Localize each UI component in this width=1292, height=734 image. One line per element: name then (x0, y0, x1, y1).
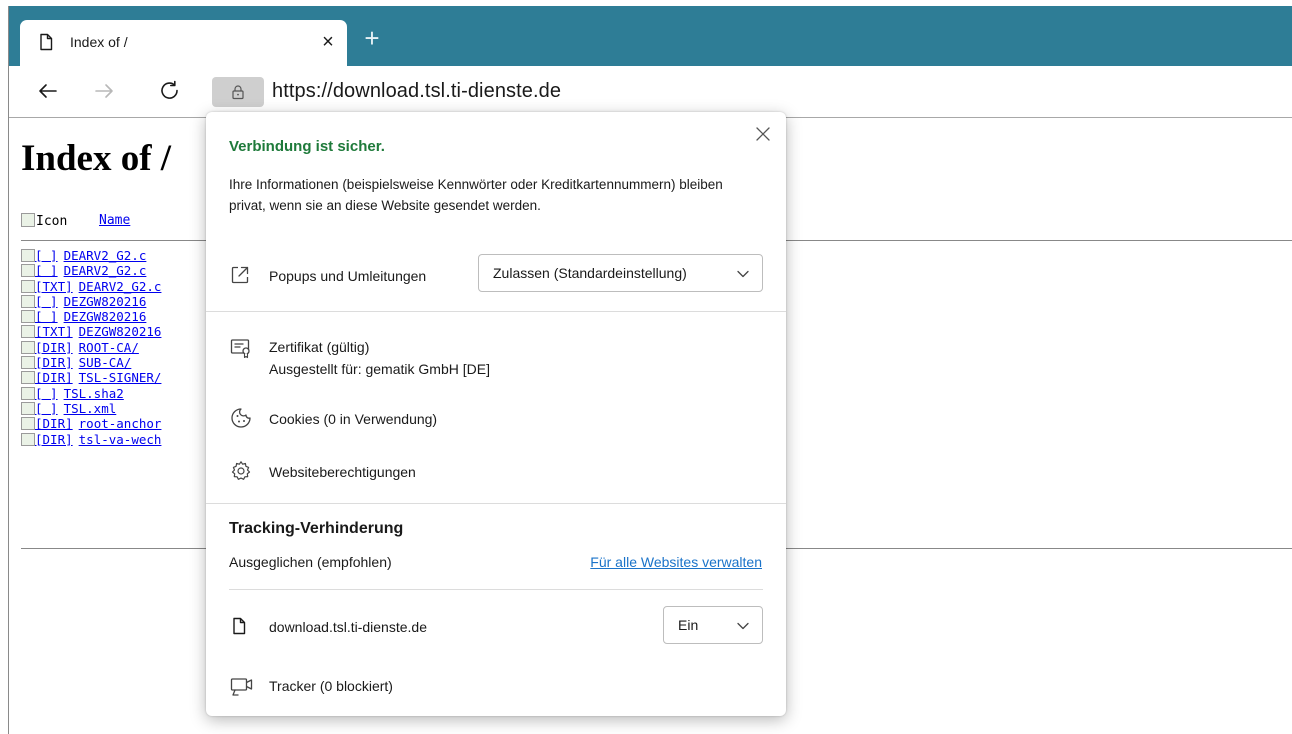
broken-image-icon (21, 371, 35, 385)
list-item: [TXT] DEZGW820216 (21, 324, 161, 339)
broken-image-icon (21, 264, 35, 278)
list-item: [DIR] ROOT-CA/ (21, 340, 161, 355)
popups-select[interactable]: Zulassen (Standardeinstellung) (478, 254, 763, 292)
folder-link[interactable]: TSL-SIGNER/ (79, 370, 162, 385)
certificate-issuer: Ausgestellt für: gematik GmbH [DE] (269, 361, 490, 377)
close-icon[interactable] (751, 122, 775, 146)
site-permissions-label: Websiteberechtigungen (269, 464, 416, 480)
site-tracking-select[interactable]: Ein (663, 606, 763, 644)
folder-link[interactable]: root-anchor (79, 416, 162, 431)
connection-status: Verbindung ist sicher. (229, 138, 385, 155)
list-item: [ ] DEZGW820216 (21, 294, 161, 309)
trackers-label: Tracker (0 blockiert) (269, 678, 393, 694)
popups-permission-row: Popups und Umleitungen Zulassen (Standar… (229, 252, 769, 298)
divider (206, 503, 786, 504)
gear-icon (231, 461, 251, 480)
list-item: [ ] DEARV2_G2.c (21, 263, 161, 278)
file-link[interactable]: TSL.xml (64, 401, 117, 416)
file-link[interactable]: DEZGW820216 (79, 324, 162, 339)
site-info-button[interactable] (212, 77, 264, 107)
divider (206, 311, 786, 312)
list-item: [TXT] DEARV2_G2.c (21, 279, 161, 294)
popups-label: Popups und Umleitungen (269, 268, 427, 284)
broken-image-icon (21, 432, 35, 446)
page-icon (233, 617, 246, 635)
list-item: [ ] TSL.xml (21, 401, 161, 416)
broken-image-icon (21, 249, 35, 262)
file-link[interactable]: TSL.sha2 (64, 386, 124, 401)
tracking-level: Ausgeglichen (empfohlen) (229, 554, 392, 570)
divider (229, 589, 763, 590)
file-link[interactable]: DEARV2_G2.c (64, 248, 147, 263)
file-link[interactable]: DEARV2_G2.c (79, 279, 162, 294)
tab-index[interactable]: Index of / × (20, 20, 347, 68)
column-header-name[interactable]: Name (99, 213, 130, 228)
lock-icon (232, 85, 244, 100)
back-arrow-icon[interactable] (35, 78, 61, 104)
connection-description: Ihre Informationen (beispielsweise Kennw… (229, 177, 723, 213)
broken-image-icon (21, 386, 35, 400)
certificate-status: Zertifikat (gültig) (269, 339, 370, 355)
list-item: [DIR] SUB-CA/ (21, 355, 161, 370)
chevron-down-icon (737, 270, 749, 278)
page-icon (40, 33, 53, 51)
cookie-icon (231, 408, 251, 428)
reload-icon[interactable] (157, 78, 183, 104)
site-tracking-row: download.tsl.ti-dienste.de Ein (229, 606, 769, 650)
list-item: [DIR] TSL-SIGNER/ (21, 370, 161, 385)
toolbar: https://download.tsl.ti-dienste.de (9, 66, 1292, 118)
trackers-item[interactable]: Tracker (0 blockiert) (229, 674, 769, 700)
column-header-icon: Icon (21, 213, 67, 229)
broken-image-icon (21, 417, 35, 431)
list-item: [ ] DEZGW820216 (21, 309, 161, 324)
forward-arrow-icon[interactable] (91, 78, 117, 104)
broken-image-icon (21, 325, 35, 339)
cookies-item[interactable]: Cookies (0 in Verwendung) (229, 406, 769, 430)
tab-title: Index of / (70, 34, 128, 50)
chevron-down-icon (737, 622, 749, 630)
broken-image-icon (21, 340, 35, 354)
list-item: [ ] TSL.sha2 (21, 386, 161, 401)
file-link[interactable]: DEZGW820216 (64, 309, 147, 324)
manage-all-sites-link[interactable]: Für alle Websites verwalten (590, 554, 762, 570)
file-link[interactable]: DEARV2_G2.c (64, 263, 147, 278)
broken-image-icon (21, 356, 35, 370)
site-permissions-item[interactable]: Websiteberechtigungen (229, 459, 769, 483)
new-tab-button[interactable]: + (359, 25, 385, 52)
address-bar[interactable]: https://download.tsl.ti-dienste.de (272, 80, 561, 103)
site-domain: download.tsl.ti-dienste.de (269, 619, 427, 635)
broken-image-icon (21, 401, 35, 415)
list-item: [DIR] tsl-va-wech (21, 432, 161, 447)
page-title: Index of / (21, 138, 172, 179)
broken-image-icon (21, 294, 35, 308)
file-list: [ ] DEARV2_G2.c [ ] DEARV2_G2.c [TXT] DEARV… (21, 248, 161, 447)
cookies-label: Cookies (0 in Verwendung) (269, 411, 438, 427)
certificate-icon (230, 339, 250, 359)
certificate-item[interactable]: Zertifikat (gültig) Ausgestellt für: gem… (229, 334, 769, 380)
folder-link[interactable]: SUB-CA/ (79, 355, 132, 370)
tab-close-button[interactable]: × (316, 30, 340, 54)
site-info-popup: Verbindung ist sicher. Ihre Informatione… (206, 112, 786, 716)
external-link-icon (231, 266, 249, 284)
list-item: [DIR] root-anchor (21, 416, 161, 431)
broken-image-icon (21, 279, 35, 293)
tracking-prevention-title: Tracking-Verhinderung (229, 520, 404, 537)
tab-strip: Index of / × + (9, 6, 1292, 68)
folder-link[interactable]: ROOT-CA/ (79, 340, 139, 355)
folder-link[interactable]: tsl-va-wech (79, 432, 162, 447)
tracker-icon (230, 678, 253, 696)
broken-image-icon (21, 310, 35, 324)
file-link[interactable]: DEZGW820216 (64, 294, 147, 309)
broken-image-icon (21, 213, 35, 227)
list-item: [ ] DEARV2_G2.c (21, 248, 161, 263)
